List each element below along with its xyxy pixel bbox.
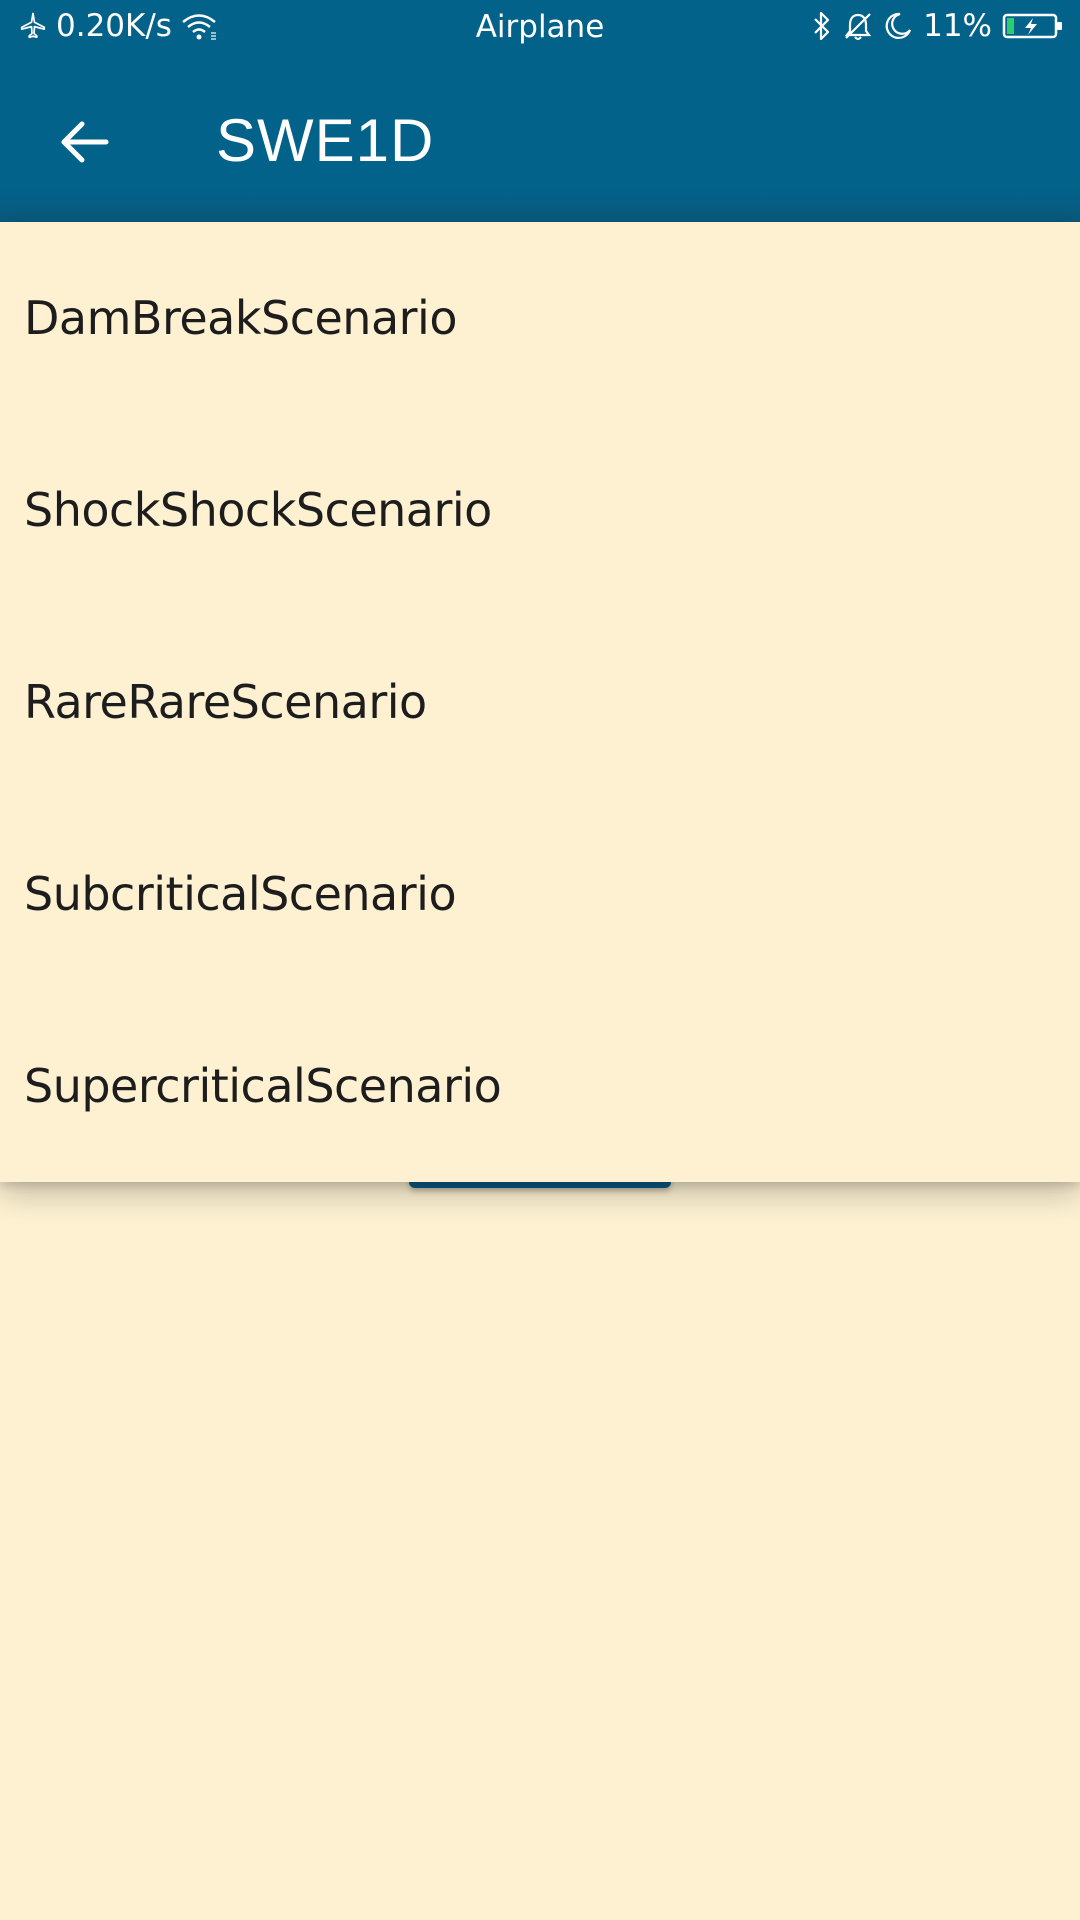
dropdown-item-dam-break[interactable]: DamBreakScenario <box>0 222 1080 414</box>
arrow-left-icon <box>56 114 112 174</box>
status-bar: 0.20K/s Airplane 11% <box>0 0 1080 56</box>
page-title: SWE1D <box>216 107 435 174</box>
bluetooth-icon <box>811 11 833 41</box>
dropdown-item-rare-rare[interactable]: RareRareScenario <box>0 606 1080 798</box>
moon-icon <box>883 11 913 41</box>
battery-percent: 11% <box>923 8 992 44</box>
scenario-dropdown: DamBreakScenario ShockShockScenario Rare… <box>0 222 1080 1182</box>
dropdown-item-subcritical[interactable]: SubcriticalScenario <box>0 798 1080 990</box>
dropdown-item-supercritical[interactable]: SupercriticalScenario <box>0 990 1080 1182</box>
status-right: 11% <box>811 8 1064 44</box>
back-button[interactable] <box>44 104 124 184</box>
battery-charging-icon <box>1002 11 1064 41</box>
app-bar: SWE1D <box>0 56 1080 222</box>
bell-off-icon <box>843 11 873 41</box>
dropdown-item-shock-shock[interactable]: ShockShockScenario <box>0 414 1080 606</box>
